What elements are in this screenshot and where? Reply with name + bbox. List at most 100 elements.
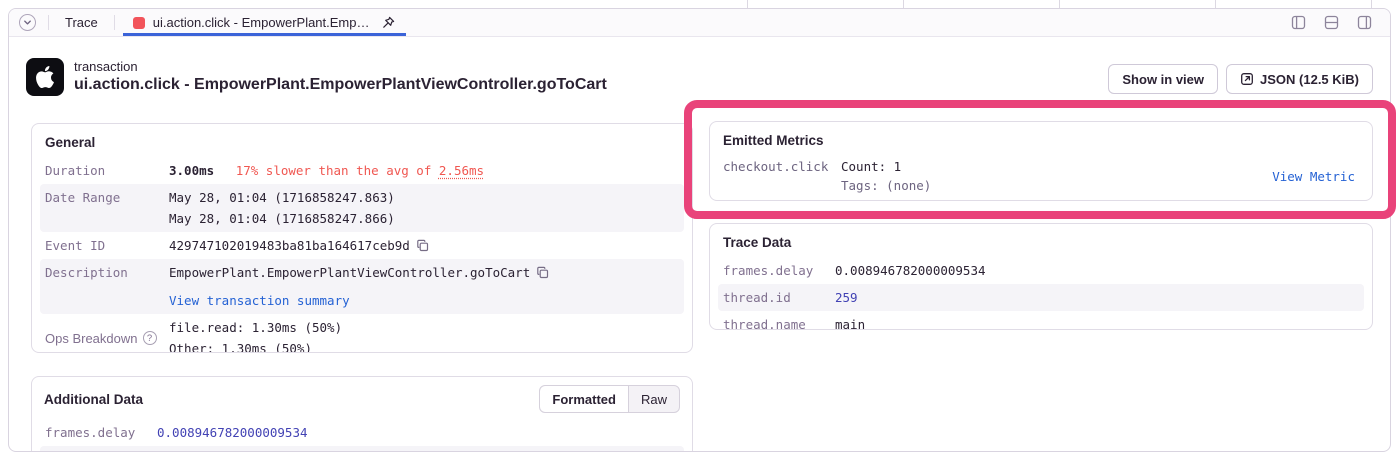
trace-drawer-screenshot: Trace ui.action.click - EmpowerPlant.Emp… — [0, 0, 1400, 464]
ops-breakdown-help-icon[interactable]: ? — [143, 331, 157, 345]
transaction-color-swatch-icon — [133, 17, 145, 29]
row-thread-name-value: main — [835, 314, 865, 330]
external-link-icon — [1240, 72, 1254, 86]
duration-avg-tooltip-trigger[interactable]: 2.56ms — [439, 163, 484, 178]
row-thread-id-key: thread.id — [45, 449, 157, 452]
description-link-line: View transaction summary — [169, 290, 549, 311]
transaction-header: transaction ui.action.click - EmpowerPla… — [26, 58, 607, 96]
general-heading: General — [32, 124, 692, 157]
column-divider-tick — [1215, 0, 1216, 8]
additional-data-header: Additional Data Formatted Raw — [32, 377, 692, 419]
tab-trace[interactable]: Trace — [57, 9, 106, 36]
tab-spacer — [406, 9, 1288, 36]
copy-description-button[interactable] — [536, 266, 549, 279]
ops-breakdown-other: Other: 1.30ms (50%) — [169, 338, 342, 353]
row-thread-id: thread.id 259 — [718, 284, 1364, 311]
tab-trace-label: Trace — [65, 15, 98, 30]
metric-tags: Tags: (none) — [841, 176, 1272, 195]
row-description-key: Description — [45, 262, 169, 283]
row-date-range-key: Date Range — [45, 187, 169, 208]
row-frames-delay-value: 0.008946782000009534 — [157, 422, 308, 443]
layout-panel-bottom-button[interactable] — [1320, 15, 1343, 30]
header-actions: Show in view JSON (12.5 KiB) — [1108, 64, 1373, 94]
row-frames-delay-key: frames.delay — [723, 260, 835, 281]
row-thread-id-key: thread.id — [723, 287, 835, 308]
duration-comparison: 17% slower than the avg of 2.56ms — [236, 163, 484, 178]
date-range-end: May 28, 01:04 (1716858247.866) — [169, 208, 395, 229]
tab-transaction-label: ui.action.click - EmpowerPlant.Emp… — [153, 15, 370, 30]
row-thread-name: thread.name main — [718, 311, 1364, 330]
pushpin-icon — [380, 15, 396, 31]
trace-detail-panel: Trace ui.action.click - EmpowerPlant.Emp… — [8, 8, 1391, 452]
json-download-button[interactable]: JSON (12.5 KiB) — [1226, 64, 1373, 94]
row-duration-key: Duration — [45, 160, 169, 181]
trace-data-section: Trace Data frames.delay 0.00894678200000… — [709, 223, 1373, 330]
row-event-id-value: 429747102019483ba81ba164617ceb9d — [169, 235, 429, 256]
layout-panel-left-button[interactable] — [1287, 15, 1310, 30]
view-metric-link[interactable]: View Metric — [1272, 167, 1355, 186]
pin-tab-button[interactable] — [380, 15, 396, 31]
collapse-drawer-button[interactable] — [15, 9, 40, 36]
header-text: transaction ui.action.click - EmpowerPla… — [74, 58, 607, 96]
show-in-view-label: Show in view — [1122, 72, 1204, 87]
apple-platform-icon — [26, 58, 64, 96]
divider — [114, 15, 115, 30]
emitted-metrics-section: Emitted Metrics checkout.click Count: 1 … — [709, 121, 1373, 201]
row-duration-value: 3.00ms 17% slower than the avg of 2.56ms — [169, 160, 484, 181]
copy-icon — [536, 266, 549, 279]
drawer-layout-controls — [1287, 9, 1384, 36]
row-frames-delay: frames.delay 0.008946782000009534 — [40, 419, 684, 446]
ops-breakdown-label: Ops Breakdown — [45, 328, 138, 349]
event-type-label: transaction — [74, 59, 607, 74]
tab-transaction-active[interactable]: ui.action.click - EmpowerPlant.Emp… — [123, 9, 406, 36]
row-date-range: Date Range May 28, 01:04 (1716858247.863… — [40, 184, 684, 232]
row-duration: Duration 3.00ms 17% slower than the avg … — [40, 157, 684, 184]
copy-icon — [416, 239, 429, 252]
row-thread-name-key: thread.name — [723, 314, 835, 330]
trace-data-heading: Trace Data — [710, 224, 1372, 257]
row-thread-id-value: 259 — [157, 449, 180, 452]
row-ops-breakdown: Ops Breakdown ? file.read: 1.30ms (50%) … — [40, 314, 684, 353]
row-event-id: Event ID 429747102019483ba81ba164617ceb9… — [40, 232, 684, 259]
description-value-line: EmpowerPlant.EmpowerPlantViewController.… — [169, 262, 549, 283]
emitted-metric-row: checkout.click Count: 1 Tags: (none) Vie… — [710, 155, 1372, 201]
copy-event-id-button[interactable] — [416, 239, 429, 252]
view-transaction-summary-link[interactable]: View transaction summary — [169, 293, 350, 308]
column-divider-tick — [1059, 0, 1060, 8]
duration-value: 3.00ms — [169, 163, 214, 178]
row-frames-delay-key: frames.delay — [45, 422, 157, 443]
show-in-view-button[interactable]: Show in view — [1108, 64, 1218, 94]
row-thread-id-value: 259 — [835, 287, 858, 308]
column-divider-tick — [747, 0, 748, 8]
row-frames-delay: frames.delay 0.008946782000009534 — [718, 257, 1364, 284]
duration-comparison-text: 17% slower than the avg of — [236, 163, 439, 178]
panel-left-icon — [1291, 15, 1306, 30]
additional-data-rows: frames.delay 0.008946782000009534 thread… — [40, 419, 684, 452]
toggle-raw[interactable]: Raw — [629, 386, 679, 412]
format-toggle: Formatted Raw — [539, 385, 680, 413]
row-ops-breakdown-key: Ops Breakdown ? — [45, 328, 169, 349]
row-date-range-value: May 28, 01:04 (1716858247.863) May 28, 0… — [169, 187, 395, 229]
panel-right-icon — [1357, 15, 1372, 30]
tab-bar: Trace ui.action.click - EmpowerPlant.Emp… — [9, 9, 1390, 37]
column-divider-tick — [903, 0, 904, 8]
metric-details: Count: 1 Tags: (none) — [841, 157, 1272, 195]
row-description-value: EmpowerPlant.EmpowerPlantViewController.… — [169, 262, 549, 311]
row-ops-breakdown-value: file.read: 1.30ms (50%) Other: 1.30ms (5… — [169, 317, 342, 353]
row-thread-id: thread.id 259 — [40, 446, 684, 452]
row-event-id-key: Event ID — [45, 235, 169, 256]
json-button-label: JSON (12.5 KiB) — [1260, 72, 1359, 87]
date-range-start: May 28, 01:04 (1716858247.863) — [169, 187, 395, 208]
toggle-formatted[interactable]: Formatted — [540, 386, 629, 412]
general-rows: Duration 3.00ms 17% slower than the avg … — [40, 157, 684, 353]
divider — [48, 15, 49, 30]
description-value: EmpowerPlant.EmpowerPlantViewController.… — [169, 265, 530, 280]
event-id-value: 429747102019483ba81ba164617ceb9d — [169, 238, 410, 253]
row-description: Description EmpowerPlant.EmpowerPlantVie… — [40, 259, 684, 314]
ops-breakdown-file-read: file.read: 1.30ms (50%) — [169, 317, 342, 338]
column-divider-tick — [1371, 0, 1372, 8]
layout-panel-right-button[interactable] — [1353, 15, 1376, 30]
additional-data-heading: Additional Data — [44, 392, 143, 407]
general-section: General Duration 3.00ms 17% slower than … — [31, 123, 693, 353]
metric-name: checkout.click — [723, 157, 841, 176]
